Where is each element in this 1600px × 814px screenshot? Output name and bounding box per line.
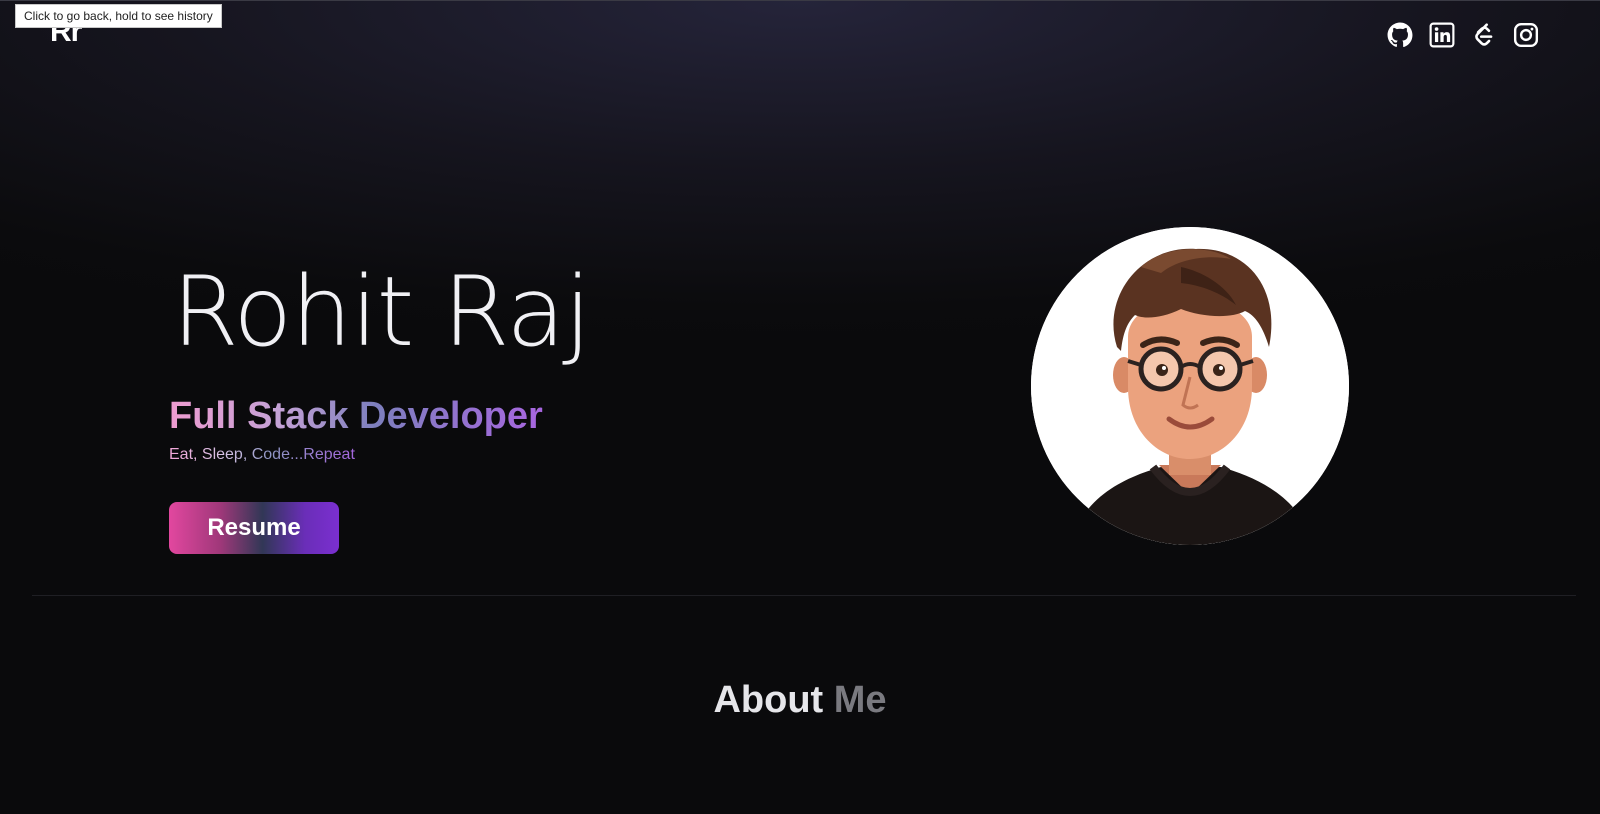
about-me-heading: About Me [713, 679, 887, 721]
hero-tagline: Eat, Sleep, Code...Repeat [169, 446, 355, 463]
instagram-icon [1513, 22, 1539, 48]
page: Click to go back, hold to see history Rr [0, 0, 1600, 814]
github-icon [1387, 22, 1413, 48]
leetcode-link[interactable] [1470, 21, 1498, 49]
github-link[interactable] [1386, 21, 1414, 49]
profile-avatar [1031, 227, 1349, 545]
hero-role: Full Stack Developer [169, 395, 543, 437]
instagram-link[interactable] [1512, 21, 1540, 49]
developer-avatar-illustration [1031, 227, 1349, 545]
linkedin-icon [1429, 22, 1455, 48]
back-button-tooltip: Click to go back, hold to see history [15, 4, 222, 28]
social-links [1386, 21, 1540, 49]
resume-button[interactable]: Resume [169, 502, 339, 554]
linkedin-link[interactable] [1428, 21, 1456, 49]
hero-name: Rohit Raj [172, 256, 591, 368]
leetcode-icon [1475, 23, 1493, 46]
section-divider [32, 595, 1576, 596]
